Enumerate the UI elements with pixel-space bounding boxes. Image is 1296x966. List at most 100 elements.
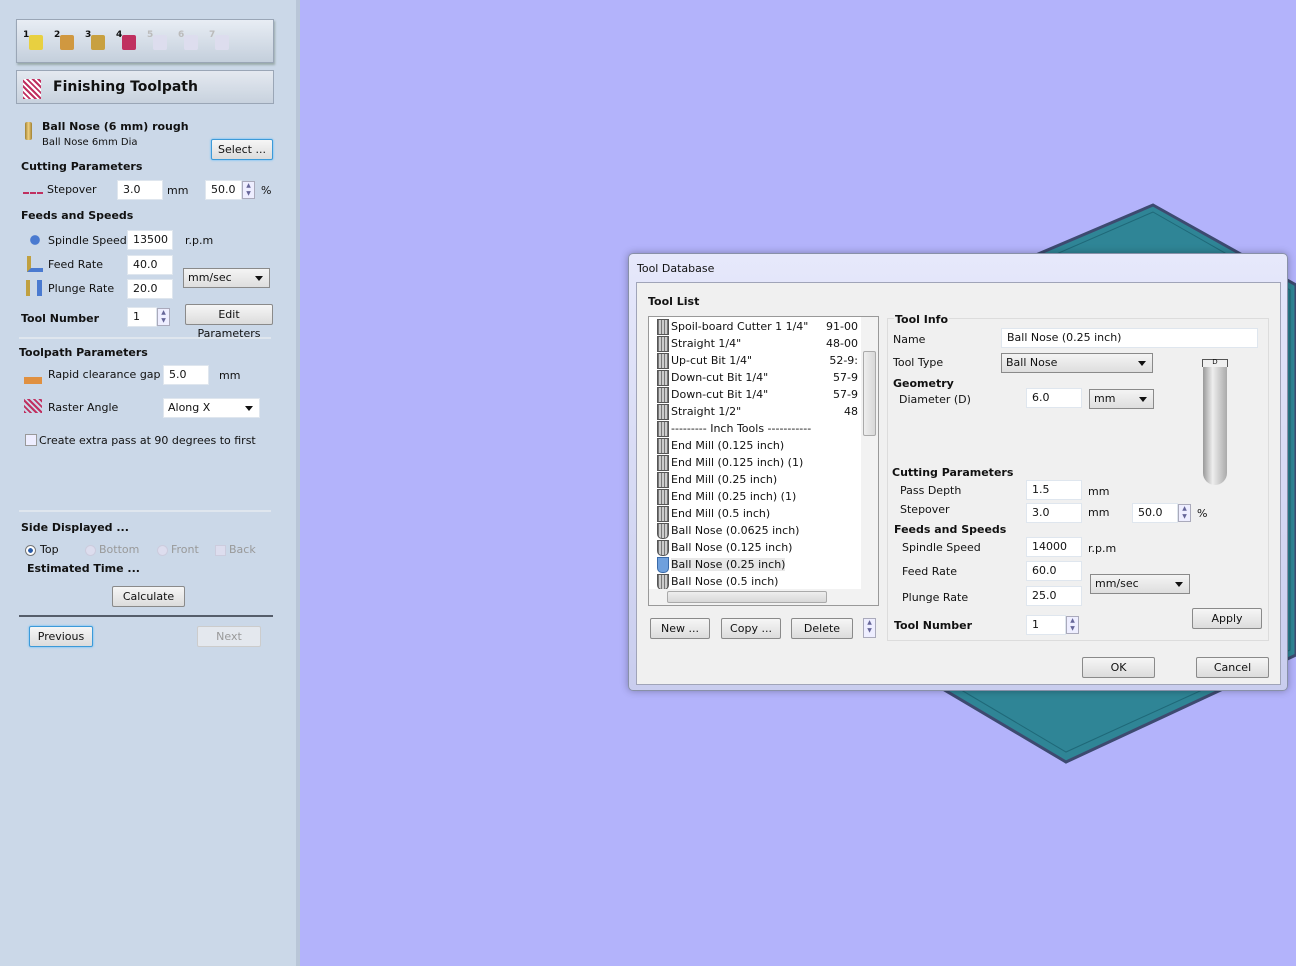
tool-order-spinner[interactable]: ▲ ▼ — [863, 618, 876, 638]
tool-item-name: Down-cut Bit 1/4" — [671, 371, 769, 384]
raster-angle-select[interactable]: Along X — [163, 398, 260, 418]
diameter-unit-select[interactable]: mm — [1089, 389, 1154, 409]
tool-list-item[interactable]: Down-cut Bit 1/4" 57-9 — [649, 386, 862, 403]
plunge-rate-icon — [26, 280, 42, 296]
side-front-radio[interactable] — [157, 545, 168, 556]
rate-unit-select[interactable]: mm/sec — [183, 268, 270, 288]
tool-list-item[interactable]: Ball Nose (0.5 inch) — [649, 573, 862, 589]
stepover-spinner[interactable]: ▲ ▼ — [242, 181, 255, 199]
side-displayed-heading: Side Displayed ... — [21, 521, 129, 534]
pass-depth-input[interactable]: 1.5 — [1026, 480, 1082, 500]
stepover-percent-input[interactable]: 50.0 — [205, 180, 242, 200]
pass-depth-unit: mm — [1088, 485, 1110, 498]
side-front-label: Front — [171, 543, 199, 556]
wizard-step-1-icon[interactable]: 1 — [23, 30, 47, 52]
tool-list-item[interactable]: End Mill (0.125 inch) (1) — [649, 454, 862, 471]
side-bottom-radio[interactable] — [85, 545, 96, 556]
apply-button[interactable]: Apply — [1192, 608, 1262, 629]
delete-tool-button[interactable]: Delete — [791, 618, 853, 639]
panel-header: Finishing Toolpath — [16, 70, 274, 104]
plunge-rate-input[interactable]: 20.0 — [127, 279, 173, 299]
calculate-button[interactable]: Calculate — [112, 586, 185, 607]
feeds-heading: Feeds and Speeds — [894, 523, 1007, 536]
tool-number-spinner[interactable]: ▲ ▼ — [1066, 616, 1079, 634]
side-top-radio[interactable] — [25, 545, 36, 556]
stepover-label: Stepover — [47, 183, 97, 196]
tool-list-item[interactable]: --------- Inch Tools ----------- — [649, 420, 862, 437]
tool-list-item[interactable]: Ball Nose (0.0625 inch) — [649, 522, 862, 539]
tool-list-item[interactable]: Spoil-board Cutter 1 1/4" 91-00 — [649, 318, 862, 335]
stepover-percent-input[interactable]: 50.0 — [1132, 503, 1178, 523]
rapid-clearance-input[interactable]: 5.0 — [163, 365, 209, 385]
side-top-label: Top — [40, 543, 59, 556]
wizard-step-6-icon[interactable]: 6 — [178, 30, 202, 52]
tool-list[interactable]: Spoil-board Cutter 1 1/4" 91-00 Straight 1… — [648, 316, 879, 606]
spindle-unit: r.p.m — [185, 234, 214, 247]
diameter-label: Diameter (D) — [899, 393, 971, 406]
name-label: Name — [893, 333, 926, 346]
ok-button[interactable]: OK — [1082, 657, 1155, 678]
spindle-speed-input[interactable]: 13500 — [127, 230, 173, 250]
extra-pass-checkbox[interactable] — [25, 434, 37, 446]
edit-parameters-button[interactable]: Edit Parameters — [185, 304, 273, 340]
rapid-clearance-label: Rapid clearance gap — [48, 368, 161, 381]
spindle-speed-input[interactable]: 14000 — [1026, 537, 1082, 557]
tool-description: Ball Nose 6mm Dia — [42, 137, 138, 148]
tool-item-name: Ball Nose (0.5 inch) — [671, 575, 779, 588]
vertical-scrollbar[interactable] — [861, 317, 878, 589]
new-tool-button[interactable]: New ... — [650, 618, 710, 639]
side-back-checkbox[interactable] — [215, 545, 226, 556]
scrollbar-thumb[interactable] — [863, 351, 876, 436]
tool-list-item[interactable]: Up-cut Bit 1/4" 52-9: — [649, 352, 862, 369]
tool-type-select[interactable]: Ball Nose — [1001, 353, 1153, 373]
copy-tool-button[interactable]: Copy ... — [721, 618, 781, 639]
rapid-clearance-icon — [24, 366, 42, 384]
stepover-unit: mm — [167, 184, 189, 197]
feed-rate-input[interactable]: 40.0 — [127, 255, 173, 275]
tool-name-input[interactable]: Ball Nose (0.25 inch) — [1001, 328, 1258, 348]
geometry-heading: Geometry — [893, 377, 954, 390]
tool-list-item[interactable]: Ball Nose (0.125 inch) — [649, 539, 862, 556]
tool-list-item[interactable]: Ball Nose (0.25 inch) — [649, 556, 862, 573]
cancel-button[interactable]: Cancel — [1196, 657, 1269, 678]
wizard-step-3-icon[interactable]: 3 — [85, 30, 109, 52]
tool-name: Ball Nose (6 mm) rough — [42, 120, 189, 133]
side-bottom-label: Bottom — [99, 543, 140, 556]
stepover-input[interactable]: 3.0 — [117, 180, 163, 200]
wizard-step-5-icon[interactable]: 5 — [147, 30, 171, 52]
tool-list-item[interactable]: End Mill (0.125 inch) — [649, 437, 862, 454]
tool-item-name: End Mill (0.25 inch) (1) — [671, 490, 797, 503]
h-scrollbar-thumb[interactable] — [667, 591, 827, 603]
rate-unit-select[interactable]: mm/sec — [1090, 574, 1190, 594]
stepover-spinner[interactable]: ▲ ▼ — [1178, 504, 1191, 522]
raster-angle-label: Raster Angle — [48, 401, 119, 414]
stepover-input[interactable]: 3.0 — [1026, 503, 1082, 523]
wizard-step-2-icon[interactable]: 2 — [54, 30, 78, 52]
diameter-input[interactable]: 6.0 — [1026, 388, 1082, 408]
ball-nose-tool-diagram: D — [1202, 355, 1230, 490]
feed-rate-input[interactable]: 60.0 — [1026, 561, 1082, 581]
tool-list-item[interactable]: Down-cut Bit 1/4" 57-9 — [649, 369, 862, 386]
tool-number-input[interactable]: 1 — [1026, 615, 1066, 635]
rapid-unit: mm — [219, 369, 241, 382]
horizontal-scrollbar[interactable] — [649, 589, 878, 605]
tool-list-item[interactable]: End Mill (0.5 inch) — [649, 505, 862, 522]
tool-list-item[interactable]: End Mill (0.25 inch) — [649, 471, 862, 488]
tool-item-name: --------- Inch Tools ----------- — [671, 422, 812, 435]
tool-list-item[interactable]: Straight 1/2" 48 — [649, 403, 862, 420]
tool-list-item[interactable]: End Mill (0.25 inch) (1) — [649, 488, 862, 505]
tool-item-name: End Mill (0.25 inch) — [671, 473, 778, 486]
plunge-rate-input[interactable]: 25.0 — [1026, 586, 1082, 606]
select-tool-button[interactable]: Select ... — [211, 139, 273, 160]
tool-list-item[interactable]: Straight 1/4" 48-00 — [649, 335, 862, 352]
previous-button[interactable]: Previous — [29, 626, 93, 647]
wizard-step-4-icon[interactable]: 4 — [116, 30, 140, 52]
percent-sign: % — [261, 184, 272, 197]
stepover-icon — [23, 184, 43, 194]
next-button[interactable]: Next — [197, 626, 261, 647]
wizard-step-7-icon[interactable]: 7 — [209, 30, 233, 52]
wizard-steps-bar: 1234567 — [16, 19, 274, 63]
tool-number-spinner[interactable]: ▲ ▼ — [157, 308, 170, 326]
tool-number-input[interactable]: 1 — [127, 307, 157, 327]
divider — [19, 337, 271, 339]
